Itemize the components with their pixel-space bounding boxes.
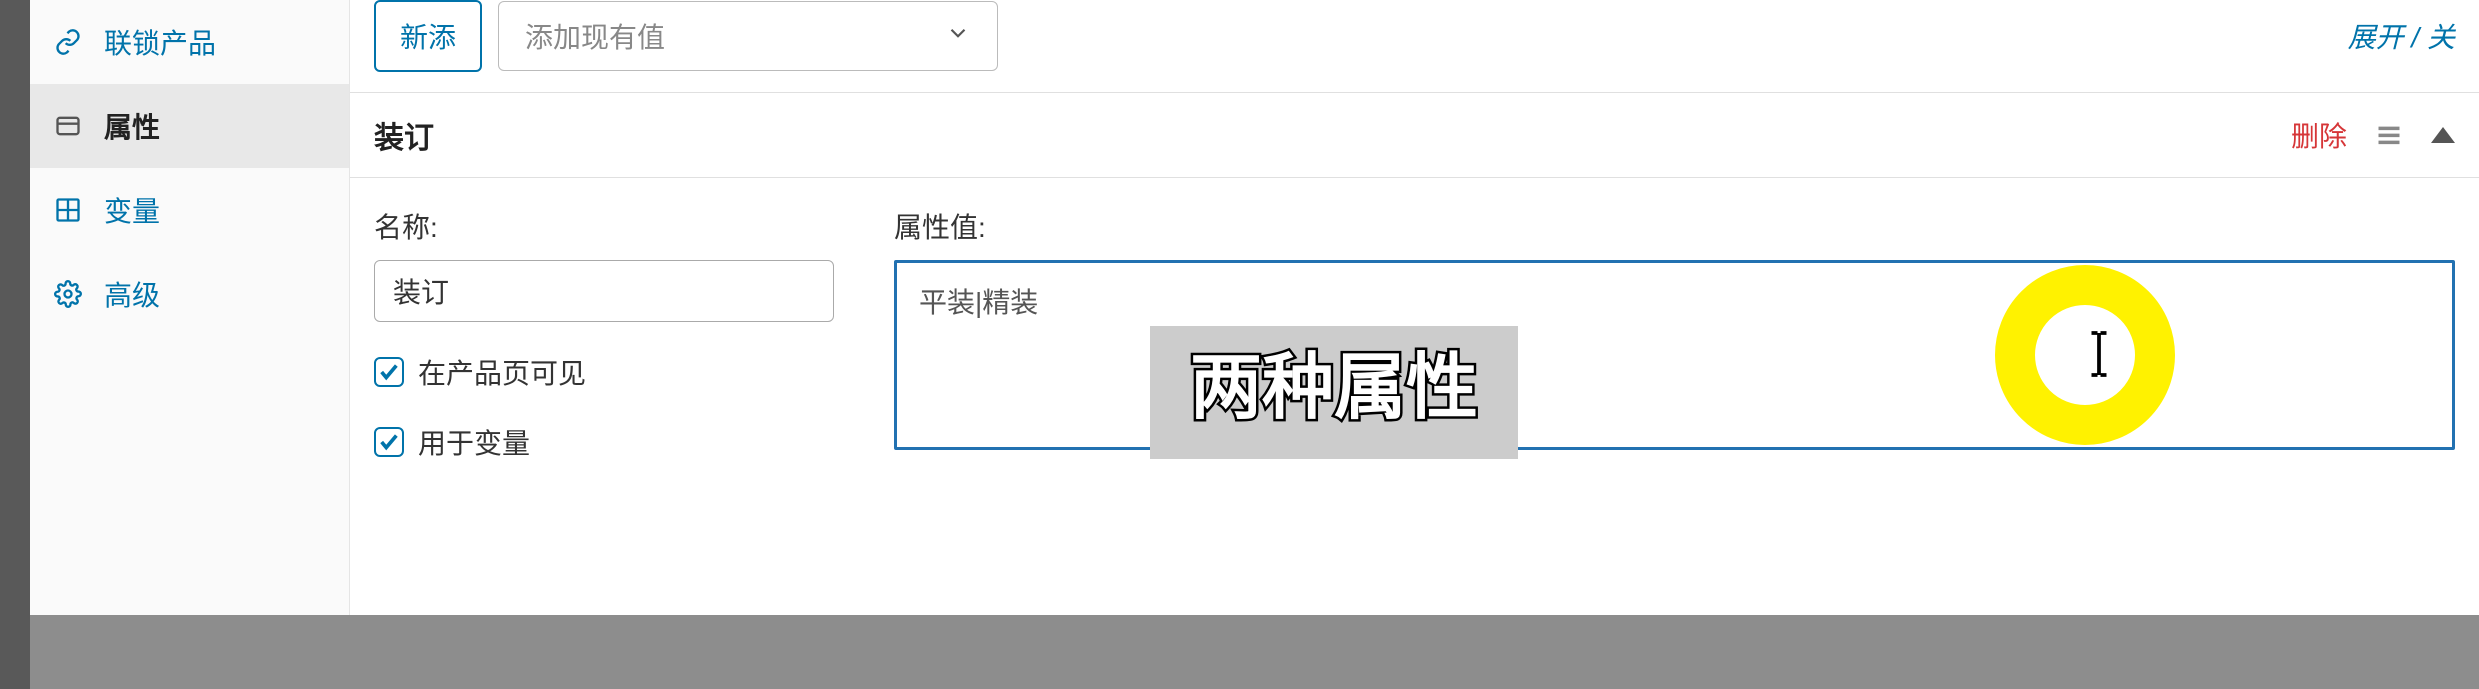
gear-icon xyxy=(54,280,86,308)
caption-text: 两种属性 xyxy=(1190,348,1478,428)
checkbox-checked-icon xyxy=(374,357,404,387)
grid-icon xyxy=(54,196,86,224)
attribute-title: 装订 xyxy=(374,113,434,157)
sidebar-item-label: 高级 xyxy=(104,274,160,314)
dropdown-placeholder: 添加现有值 xyxy=(525,16,665,56)
admin-menu-strip xyxy=(0,0,30,689)
collapse-icon[interactable] xyxy=(2431,127,2455,143)
main-panel: 新添 添加现有值 展开 / 关 装订 删除 名称: xyxy=(350,0,2479,689)
attribute-value-textarea[interactable]: 平装|精装 xyxy=(894,260,2455,450)
sidebar-item-label: 联锁产品 xyxy=(104,22,216,62)
attribute-header[interactable]: 装订 删除 xyxy=(350,92,2479,178)
sidebar: 联锁产品 属性 变量 高级 xyxy=(30,0,350,689)
attributes-toolbar: 新添 添加现有值 展开 / 关 xyxy=(350,0,2479,92)
sidebar-item-variations[interactable]: 变量 xyxy=(30,168,349,252)
visible-label: 在产品页可见 xyxy=(418,352,586,392)
existing-value-dropdown[interactable]: 添加现有值 xyxy=(498,1,998,71)
add-button[interactable]: 新添 xyxy=(374,0,482,72)
sidebar-item-attributes[interactable]: 属性 xyxy=(30,84,349,168)
visible-checkbox-row[interactable]: 在产品页可见 xyxy=(374,352,834,392)
link-icon xyxy=(54,28,86,56)
card-icon xyxy=(54,112,86,140)
caption-overlay: 两种属性 xyxy=(1150,326,1518,459)
drag-handle-icon[interactable] xyxy=(2375,119,2403,152)
checkbox-checked-icon xyxy=(374,427,404,457)
delete-link[interactable]: 删除 xyxy=(2291,115,2347,155)
expand-collapse-link[interactable]: 展开 / 关 xyxy=(2348,16,2455,56)
sidebar-item-label: 属性 xyxy=(104,106,160,146)
name-label: 名称: xyxy=(374,206,834,246)
value-label: 属性值: xyxy=(894,206,2455,246)
chevron-down-icon xyxy=(945,20,971,53)
bottom-bar xyxy=(30,615,2479,689)
sidebar-item-advanced[interactable]: 高级 xyxy=(30,252,349,336)
name-input[interactable] xyxy=(374,260,834,322)
sidebar-item-linked-products[interactable]: 联锁产品 xyxy=(30,0,349,84)
sidebar-item-label: 变量 xyxy=(104,190,160,230)
used-checkbox-row[interactable]: 用于变量 xyxy=(374,422,834,462)
used-label: 用于变量 xyxy=(418,422,530,462)
